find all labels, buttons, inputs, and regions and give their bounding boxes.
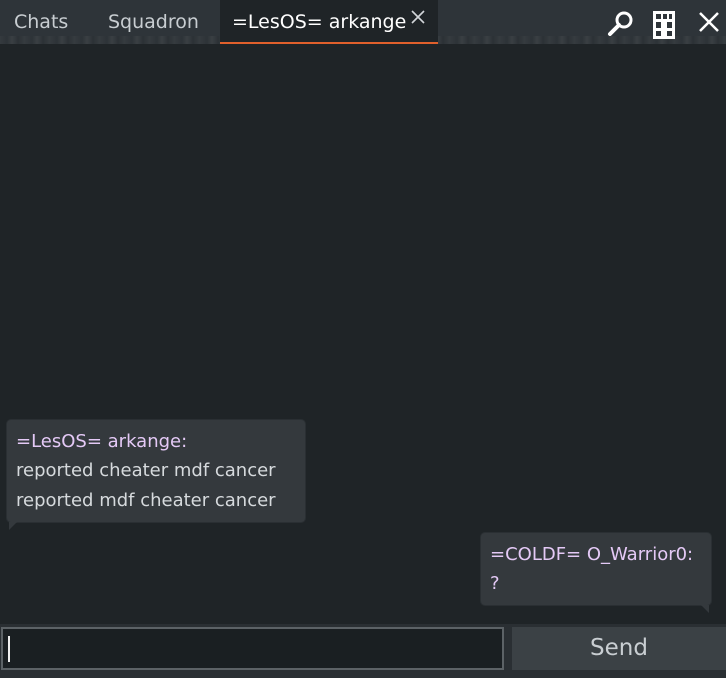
text-caret [8, 636, 10, 662]
tab-close-icon[interactable] [410, 9, 426, 25]
message-sender[interactable]: =LesOS= arkange: [16, 428, 295, 456]
roster-icon[interactable] [650, 10, 680, 40]
tab-private-chat[interactable]: =LesOS= arkange [220, 0, 438, 44]
tab-chats[interactable]: Chats [14, 0, 68, 44]
message-bubble: =LesOS= arkange: reported cheater mdf ca… [7, 420, 305, 530]
tab-private-chat-label: =LesOS= arkange [232, 11, 407, 33]
message-bubble: =COLDF= O_Warrior0: ? [481, 533, 711, 613]
chat-window: Chats Squadron =LesOS= arkange =LesOS= a… [0, 0, 726, 678]
message-text: reported mdf cheater cancer [16, 490, 276, 511]
message-input[interactable] [1, 627, 504, 670]
tab-squadron[interactable]: Squadron [108, 0, 199, 44]
message-text: ? [490, 573, 500, 594]
close-icon[interactable] [697, 10, 721, 34]
send-button[interactable]: Send [512, 627, 726, 670]
compose-bar: Send [0, 624, 726, 678]
message-sender[interactable]: =COLDF= O_Warrior0: [490, 541, 701, 569]
search-icon[interactable] [606, 10, 636, 36]
message-text: reported cheater mdf cancer [16, 460, 276, 481]
tab-bar: Chats Squadron =LesOS= arkange [0, 0, 726, 44]
